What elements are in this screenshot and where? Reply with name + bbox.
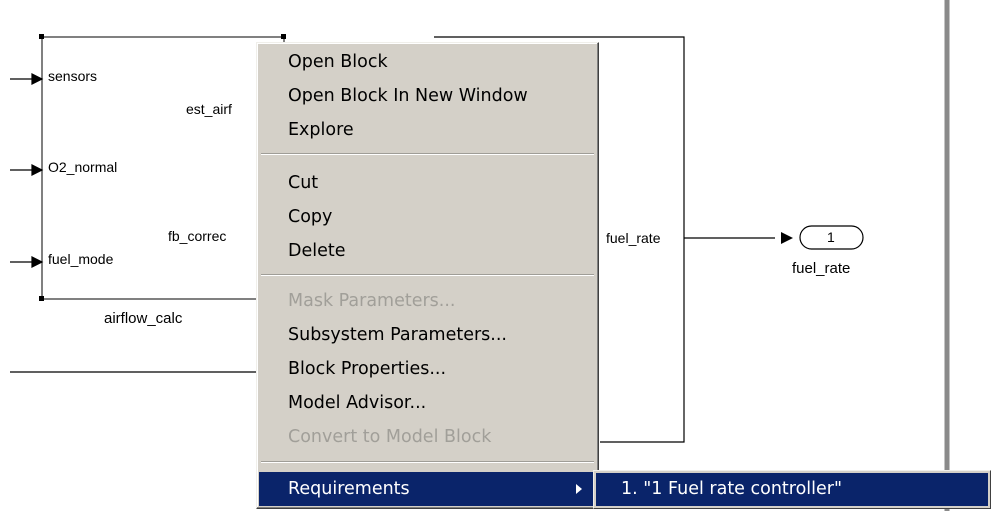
outport-label-fb-correction: fb_correc xyxy=(168,228,227,244)
outport-number: 1 xyxy=(827,229,835,245)
context-menu: Open Block Open Block In New Window Expl… xyxy=(256,42,599,509)
menu-item-block-properties[interactable]: Block Properties... xyxy=(257,352,598,386)
menu-item-mask-parameters: Mask Parameters... xyxy=(288,291,456,311)
submenu-arrow-icon xyxy=(576,484,582,494)
menu-item-delete[interactable]: Delete xyxy=(257,234,598,268)
menu-separator xyxy=(261,274,594,276)
menu-item-open-block-new-window[interactable]: Open Block In New Window xyxy=(257,79,598,113)
requirements-submenu: 1. "1 Fuel rate controller" xyxy=(593,470,991,509)
menu-item-convert-to-model-block: Convert to Model Block xyxy=(288,427,492,447)
input-port-arrows xyxy=(10,73,44,268)
menu-item-model-advisor[interactable]: Model Advisor... xyxy=(257,386,598,420)
menu-separator xyxy=(261,153,594,155)
menu-item-requirements-label: Requirements xyxy=(288,479,410,499)
inport-label-fuel-mode: fuel_mode xyxy=(48,251,114,267)
submenu-item-requirement-1[interactable]: 1. "1 Fuel rate controller" xyxy=(596,473,988,506)
outport-label-est-airflow: est_airf xyxy=(186,101,232,117)
menu-item-open-block[interactable]: Open Block xyxy=(257,45,598,79)
menu-item-explore[interactable]: Explore xyxy=(257,113,598,147)
menu-item-subsystem-parameters[interactable]: Subsystem Parameters... xyxy=(257,318,598,352)
block-name-airflow-calc[interactable]: airflow_calc xyxy=(104,310,182,327)
menu-item-requirements[interactable]: Requirements xyxy=(259,472,596,506)
outport-arrowhead xyxy=(781,232,793,244)
menu-separator xyxy=(261,461,594,463)
inport-label-o2-normal: O2_normal xyxy=(48,159,118,175)
signal-label-fuel-rate: fuel_rate xyxy=(606,230,661,246)
outport-name-fuel-rate[interactable]: fuel_rate xyxy=(792,260,850,277)
menu-item-cut[interactable]: Cut xyxy=(257,166,598,200)
inport-label-sensors: sensors xyxy=(48,68,98,84)
menu-item-copy[interactable]: Copy xyxy=(257,200,598,234)
